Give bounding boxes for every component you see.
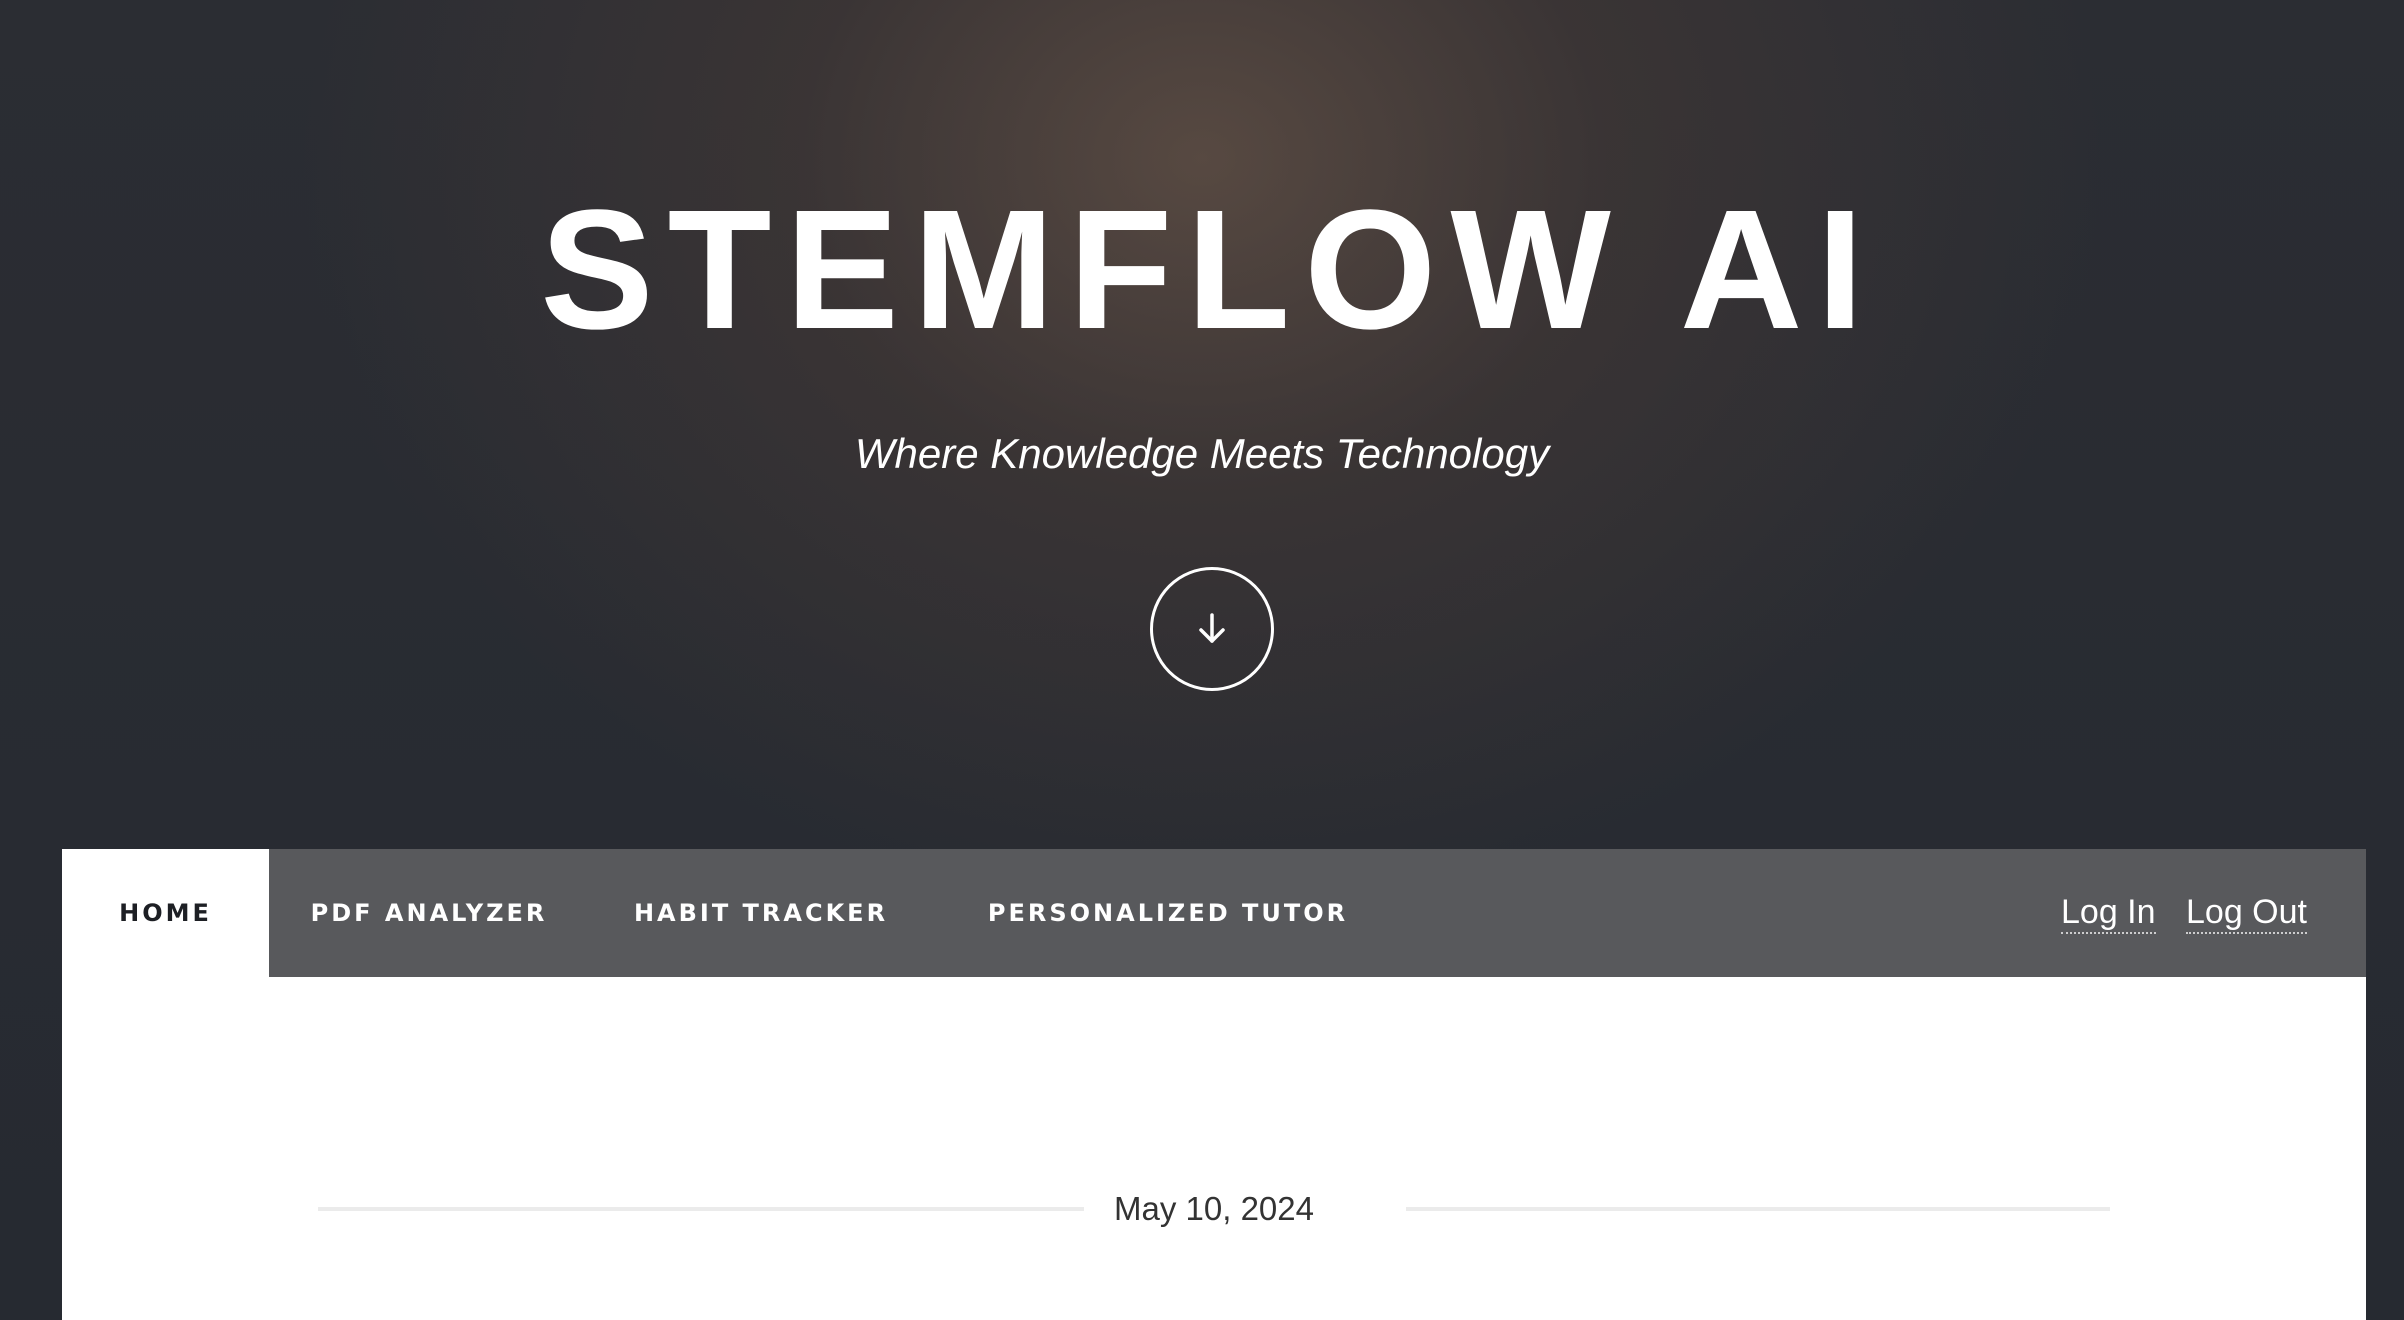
arrow-down-icon: [1199, 613, 1225, 643]
main-navigation: Home PDF Analyzer Habit Tracker Personal…: [62, 849, 2366, 977]
scroll-down-button[interactable]: [1150, 567, 1274, 691]
nav-item-label: Habit Tracker: [633, 899, 889, 927]
login-link-label: Log In: [2061, 892, 2156, 934]
nav-item-label: Personalized Tutor: [987, 899, 1349, 927]
site-title: STEMFLOW AI: [540, 175, 1878, 365]
logout-link-label: Log Out: [2186, 892, 2307, 934]
post-date: May 10, 2024: [1114, 1190, 1314, 1227]
logout-link[interactable]: Log Out: [2186, 849, 2307, 977]
main-panel: Home PDF Analyzer Habit Tracker Personal…: [62, 849, 2366, 1320]
site-tagline: Where Knowledge Meets Technology: [854, 430, 1550, 477]
nav-item-label: Home: [119, 899, 212, 927]
nav-item-habit-tracker[interactable]: Habit Tracker: [589, 849, 933, 977]
nav-item-label: PDF Analyzer: [310, 899, 548, 927]
hero-section: STEMFLOW AI Where Knowledge Meets Techno…: [0, 0, 2404, 849]
nav-item-pdf-analyzer[interactable]: PDF Analyzer: [269, 849, 589, 977]
login-link[interactable]: Log In: [2061, 849, 2156, 977]
nav-item-home[interactable]: Home: [62, 849, 269, 977]
nav-item-personalized-tutor[interactable]: Personalized Tutor: [933, 849, 1403, 977]
